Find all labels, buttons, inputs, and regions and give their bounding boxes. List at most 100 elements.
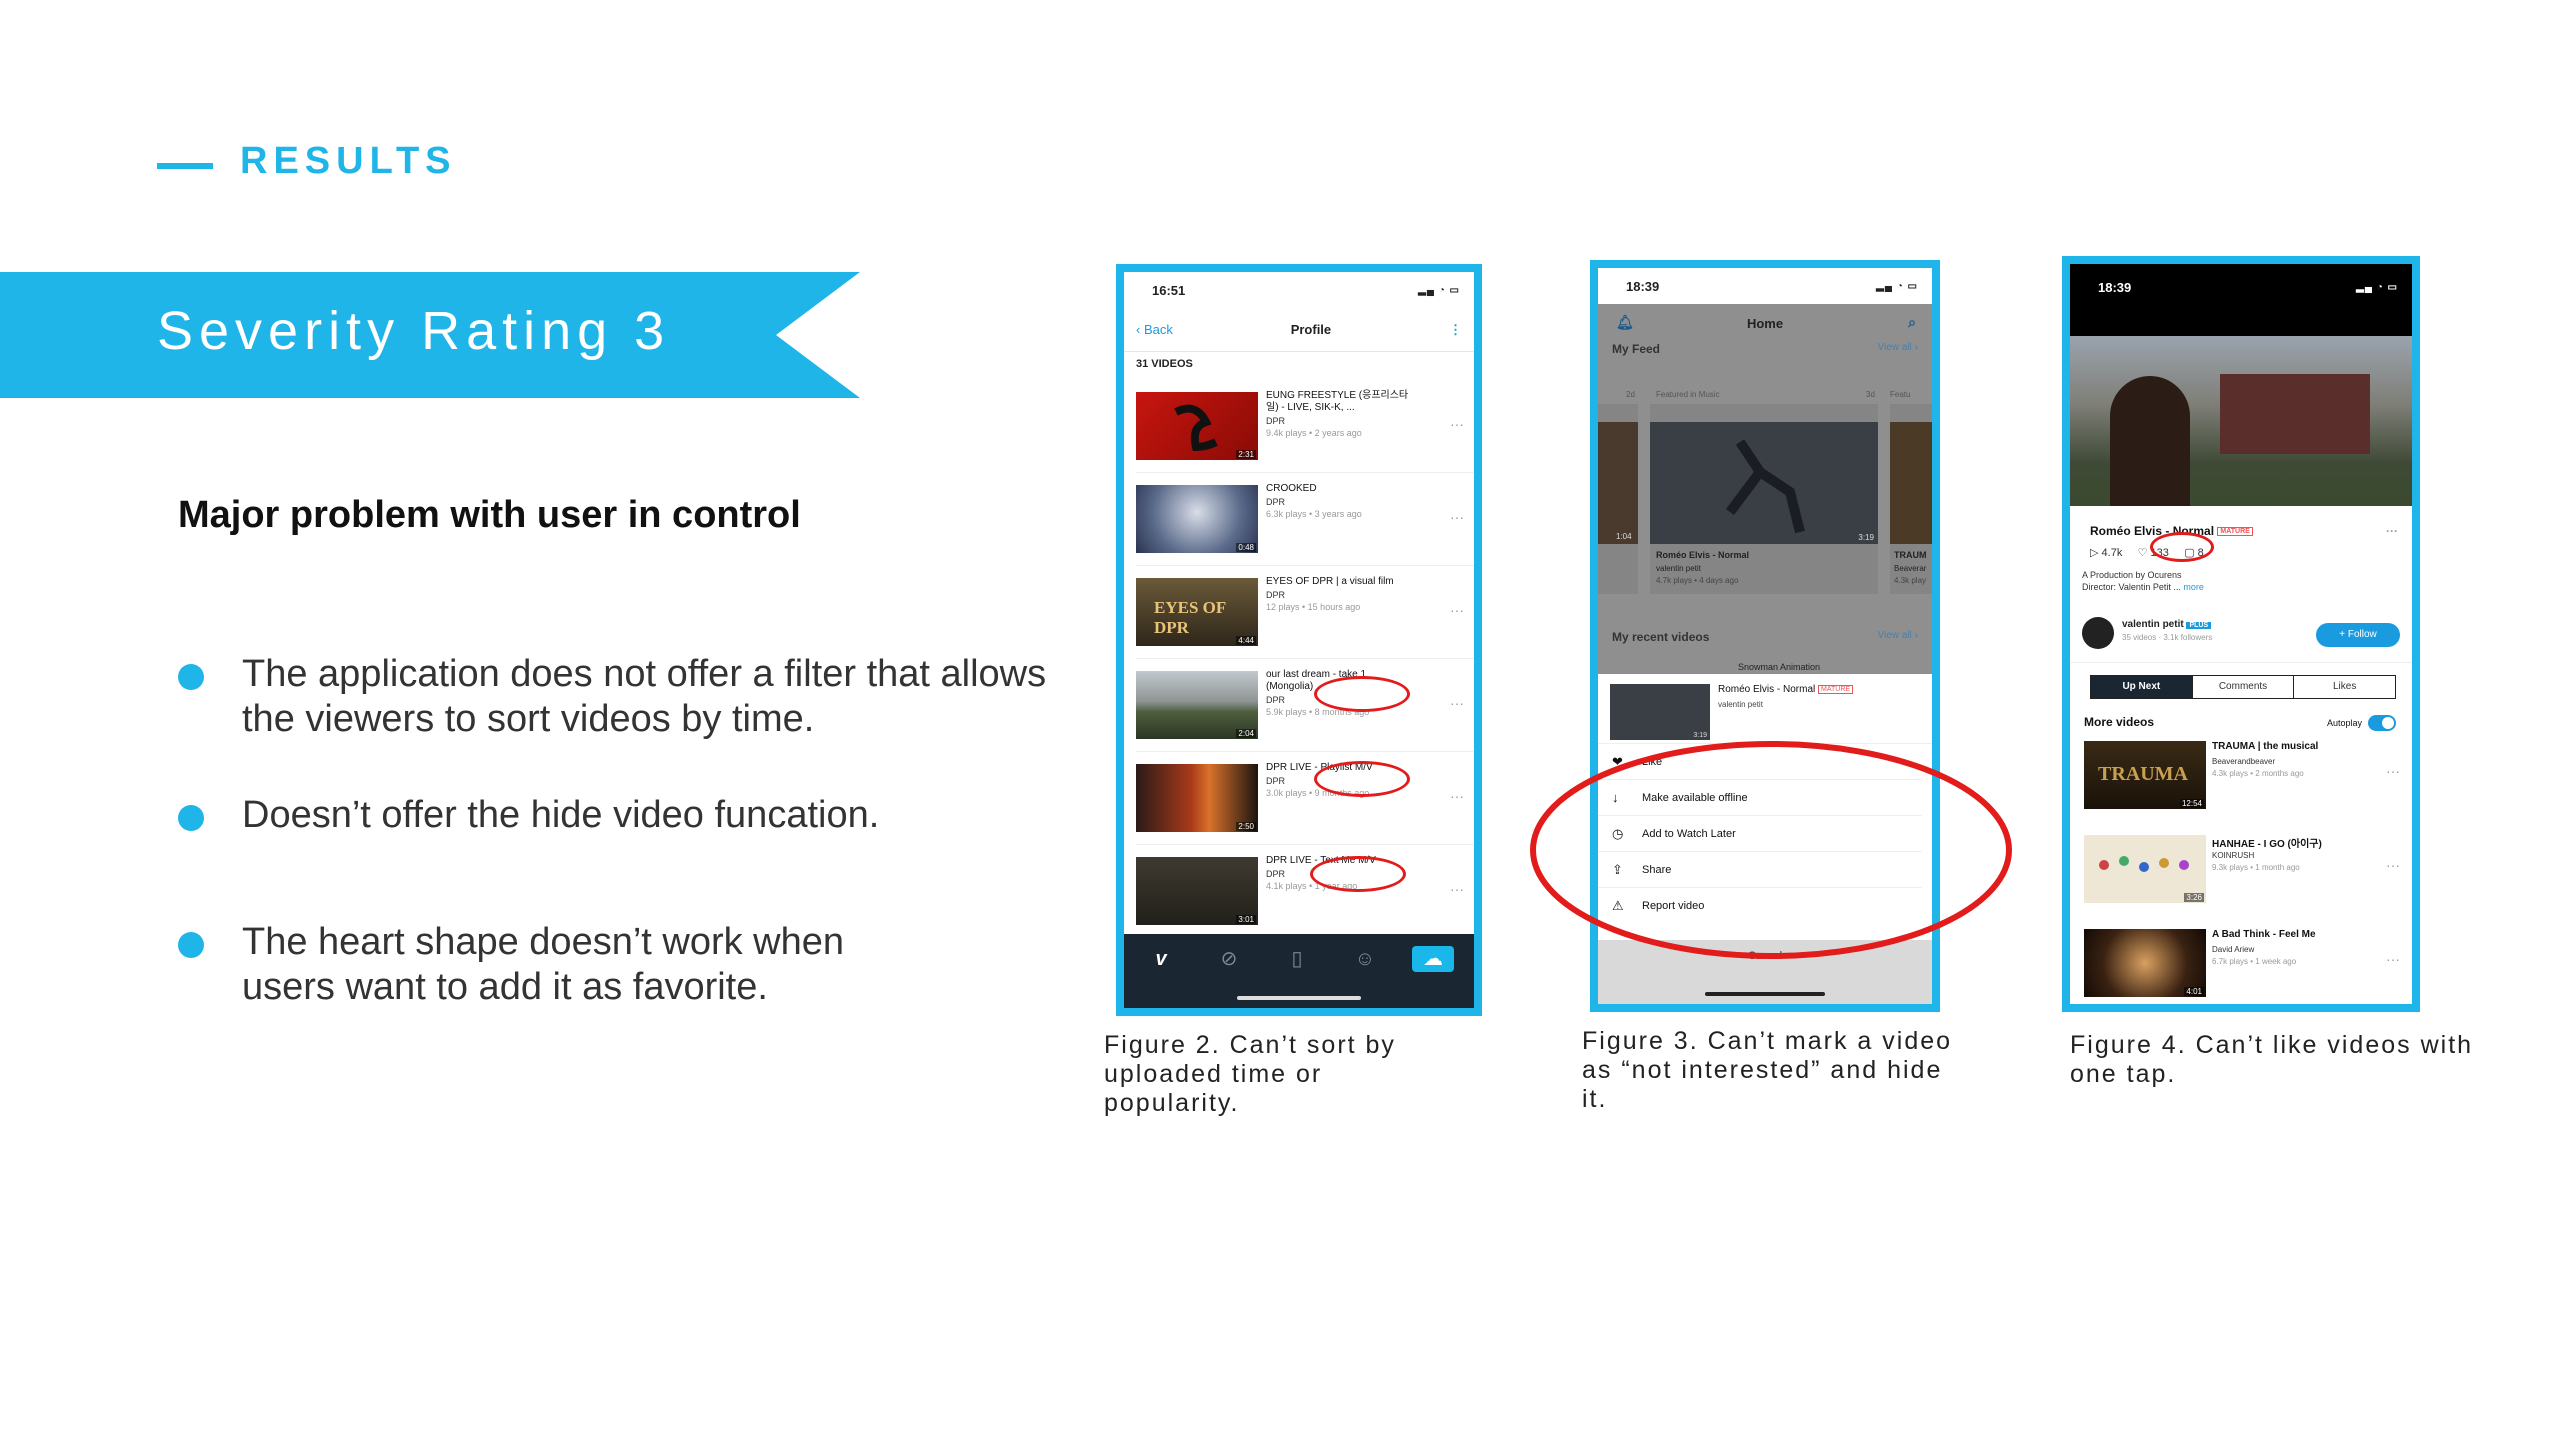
feed-tag: Featured in Music [1656, 390, 1720, 399]
video-title: EUNG FREESTYLE (응프리스타일) - LIVE, SIK-K, .… [1266, 390, 1409, 413]
view-all-link[interactable]: View all › [1878, 630, 1918, 644]
duration-label: 4:01 [2184, 987, 2204, 996]
figure-art [2110, 376, 2190, 506]
mature-badge: MATURE [1818, 684, 1854, 694]
vimeo-icon[interactable]: v [1144, 946, 1178, 972]
video-channel: David Ariew [2212, 945, 2255, 954]
bullet-dot-icon [178, 805, 204, 831]
highlight-ring [1314, 761, 1410, 797]
figure-3-caption: Figure 3. Can’t mark a video as “not int… [1582, 1027, 1953, 1113]
video-thumbnail[interactable]: 2:04 [1136, 671, 1258, 739]
feed-tag-2: Featu [1890, 390, 1911, 399]
video-title: HANHAE - I GO (아이구) [2212, 839, 2322, 850]
video-thumbnail[interactable]: 3:26 [2084, 835, 2206, 903]
sheet-header: 3:19 Roméo Elvis - Normal MATURE valenti… [1598, 674, 1932, 744]
highlight-ring [2150, 532, 2214, 562]
upload-icon[interactable]: ☁ [1412, 946, 1454, 972]
video-thumbnail[interactable]: TRAUMA 12:54 [2084, 741, 2206, 809]
video-row[interactable]: 2:04 our last dream - take 1 (Mongolia) … [1136, 659, 1474, 752]
avatar[interactable] [2082, 617, 2114, 649]
tab-up-next[interactable]: Up Next [2091, 676, 2193, 698]
more-vertical-icon[interactable]: ⋮ [1449, 322, 1462, 338]
view-all-link[interactable]: View all › [1878, 342, 1918, 356]
video-row[interactable]: 3:01 DPR LIVE - Text Me M/V DPR 4.1k pla… [1136, 845, 1474, 938]
status-bar: 18:39 ▂▄ ◔ ▭ [1598, 268, 1932, 304]
duration-label: 2:04 [1236, 729, 1256, 738]
description-line: Director: Valentin Petit ... [2082, 582, 2181, 592]
more-horizontal-icon[interactable]: ··· [1450, 695, 1464, 711]
video-meta: 9.3k plays • 1 month ago [2212, 863, 2300, 872]
video-row[interactable]: EYES OF DPR 4:44 EYES OF DPR | a visual … [1136, 566, 1474, 659]
bookmark-icon[interactable]: ▯ [1280, 946, 1314, 972]
more-horizontal-icon[interactable]: ··· [1450, 788, 1464, 804]
video-channel: DPR [1266, 416, 1286, 426]
bullet-dot-icon [178, 664, 204, 690]
card-user: Beaverar [1894, 564, 1927, 573]
more-horizontal-icon[interactable]: ··· [2386, 857, 2400, 873]
duration-label: 3:19 [1858, 533, 1874, 542]
more-horizontal-icon[interactable]: ··· [1450, 881, 1464, 897]
video-thumbnail[interactable]: 0:48 [1136, 485, 1258, 553]
video-title: EYES OF DPR | a visual film [1266, 576, 1394, 587]
signal-battery-icon: ▂▄ ◔ ▭ [2356, 281, 2398, 293]
video-row[interactable]: TRAUMA 12:54 TRAUMA | the musical Beaver… [2070, 731, 2412, 825]
tab-comments[interactable]: Comments [2193, 676, 2295, 698]
back-button[interactable]: ‹ Back [1136, 322, 1173, 337]
bullet-text: Doesn’t offer the hide video funcation. [242, 794, 880, 836]
compass-icon[interactable]: ⊘ [1212, 946, 1246, 972]
video-thumbnail[interactable]: EYES OF DPR 4:44 [1136, 578, 1258, 646]
bullet-dot-icon [178, 932, 204, 958]
segmented-tabs: Up Next Comments Likes [2090, 675, 2396, 699]
smiley-icon[interactable]: ☺ [1348, 946, 1382, 972]
nav-title: Profile [1290, 322, 1332, 337]
phone-screenshot-profile: 16:51 ▂▄ ◔ ▭ ‹ Back Profile ⋮ 31 VIDEOS … [1116, 264, 1482, 1016]
video-thumbnail[interactable]: 4:01 [2084, 929, 2206, 997]
duration-label: 4:44 [1236, 636, 1256, 645]
more-horizontal-icon[interactable]: ··· [1450, 602, 1464, 618]
video-row[interactable]: 2:50 DPR LIVE - Playlist M/V DPR 3.0k pl… [1136, 752, 1474, 845]
more-horizontal-icon[interactable]: ··· [1450, 416, 1464, 432]
video-thumbnail[interactable]: 2:50 [1136, 764, 1258, 832]
card-title: Roméo Elvis - Normal [1656, 550, 1750, 560]
duration-label: 3:01 [1236, 915, 1256, 924]
feed-label: My Feed [1612, 342, 1661, 356]
autoplay-toggle[interactable] [2368, 715, 2396, 731]
duration-label: 0:48 [1236, 543, 1256, 552]
video-player[interactable] [2070, 336, 2412, 506]
video-row[interactable]: 0:48 CROOKED DPR 6.3k plays • 3 years ag… [1136, 473, 1474, 566]
video-thumbnail[interactable]: 3:01 [1136, 857, 1258, 925]
nav-title: Home [1746, 315, 1784, 331]
tab-likes[interactable]: Likes [2294, 676, 2395, 698]
figure-art [1726, 439, 1805, 534]
status-time: 18:39 [2098, 279, 2132, 295]
feed-card-partial[interactable]: TRAUM Beaverar 4.3k play [1890, 404, 1932, 594]
video-top-bar: 18:39 ▂▄ ◔ ▭ [2070, 264, 2412, 336]
video-channel: Beaverandbeaver [2212, 757, 2276, 766]
search-icon[interactable]: ⌕ [1908, 314, 1916, 331]
card-meta: 4.7k plays • 4 days ago [1656, 576, 1739, 585]
heart-icon[interactable]: ♡ [2138, 547, 2148, 559]
uploader-name[interactable]: valentin petit [2122, 619, 2184, 630]
video-row[interactable]: 4:01 A Bad Think - Feel Me David Ariew 6… [2070, 919, 2412, 1004]
card-thumbnail [1598, 422, 1638, 544]
more-horizontal-icon[interactable]: ··· [2386, 524, 2398, 538]
feed-card[interactable]: 3:19 Roméo Elvis - Normal valentin petit… [1650, 404, 1878, 594]
play-icon: ▷ [2090, 547, 2099, 559]
video-row[interactable]: 3:26 HANHAE - I GO (아이구) KOINRUSH 9.3k p… [2070, 825, 2412, 919]
video-channel: DPR [1266, 869, 1286, 879]
more-link[interactable]: more [2183, 582, 2204, 592]
feed-card-partial[interactable]: 1:04 [1598, 404, 1638, 594]
more-horizontal-icon[interactable]: ··· [2386, 951, 2400, 967]
video-meta: 4.3k plays • 2 months ago [2212, 769, 2304, 778]
banner-title: Severity Rating 3 [157, 301, 671, 361]
phone-screenshot-video: 18:39 ▂▄ ◔ ▭ Roméo Elvis - Normal MATURE… [2062, 256, 2420, 1012]
duration-label: 3:26 [2184, 893, 2204, 902]
video-row[interactable]: 2:31 EUNG FREESTYLE (응프리스타일) - LIVE, SIK… [1136, 380, 1474, 473]
video-thumbnail[interactable]: 2:31 [1136, 392, 1258, 460]
follow-button[interactable]: + Follow [2316, 623, 2400, 647]
more-horizontal-icon[interactable]: ··· [1450, 509, 1464, 525]
severity-banner: Severity Rating 3 [0, 272, 860, 398]
bell-icon[interactable]: 🔔︎ [1616, 314, 1634, 331]
more-horizontal-icon[interactable]: ··· [2386, 763, 2400, 779]
section-title: RESULTS [240, 140, 457, 182]
